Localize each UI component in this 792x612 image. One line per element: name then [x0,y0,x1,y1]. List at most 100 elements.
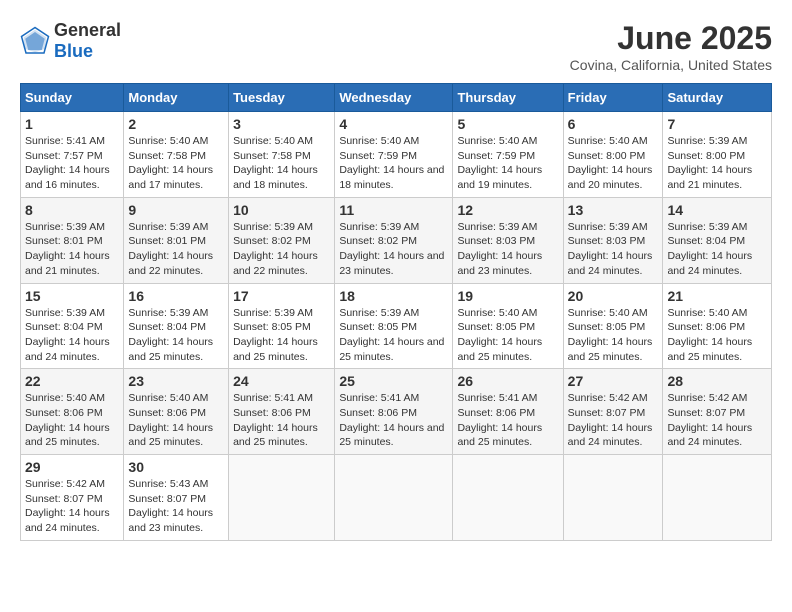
location-title: Covina, California, United States [570,57,772,73]
day-info: Sunrise: 5:40 AMSunset: 7:59 PMDaylight:… [457,135,542,191]
day-info: Sunrise: 5:40 AMSunset: 8:06 PMDaylight:… [25,392,110,448]
day-info: Sunrise: 5:43 AMSunset: 8:07 PMDaylight:… [128,478,213,534]
calendar-table: Sunday Monday Tuesday Wednesday Thursday… [20,83,772,541]
logo: General Blue [20,20,121,62]
day-number: 9 [128,202,224,218]
day-number: 5 [457,116,558,132]
calendar-cell: 5 Sunrise: 5:40 AMSunset: 7:59 PMDayligh… [453,112,563,198]
calendar-cell: 22 Sunrise: 5:40 AMSunset: 8:06 PMDaylig… [21,369,124,455]
day-info: Sunrise: 5:39 AMSunset: 8:04 PMDaylight:… [128,307,213,363]
calendar-cell: 24 Sunrise: 5:41 AMSunset: 8:06 PMDaylig… [229,369,335,455]
day-number: 13 [568,202,659,218]
day-number: 26 [457,373,558,389]
month-title: June 2025 [570,20,772,57]
header-friday: Friday [563,84,663,112]
calendar-week-row: 15 Sunrise: 5:39 AMSunset: 8:04 PMDaylig… [21,283,772,369]
day-info: Sunrise: 5:39 AMSunset: 8:03 PMDaylight:… [568,221,653,277]
day-number: 8 [25,202,119,218]
calendar-cell: 11 Sunrise: 5:39 AMSunset: 8:02 PMDaylig… [335,197,453,283]
day-info: Sunrise: 5:40 AMSunset: 7:58 PMDaylight:… [128,135,213,191]
day-info: Sunrise: 5:41 AMSunset: 8:06 PMDaylight:… [339,392,444,448]
day-info: Sunrise: 5:40 AMSunset: 8:06 PMDaylight:… [667,307,752,363]
day-number: 11 [339,202,448,218]
day-number: 23 [128,373,224,389]
calendar-cell: 7 Sunrise: 5:39 AMSunset: 8:00 PMDayligh… [663,112,772,198]
calendar-cell: 23 Sunrise: 5:40 AMSunset: 8:06 PMDaylig… [124,369,229,455]
day-number: 19 [457,288,558,304]
calendar-cell: 9 Sunrise: 5:39 AMSunset: 8:01 PMDayligh… [124,197,229,283]
day-info: Sunrise: 5:42 AMSunset: 8:07 PMDaylight:… [25,478,110,534]
day-number: 24 [233,373,330,389]
calendar-cell: 18 Sunrise: 5:39 AMSunset: 8:05 PMDaylig… [335,283,453,369]
header-sunday: Sunday [21,84,124,112]
day-number: 10 [233,202,330,218]
day-info: Sunrise: 5:39 AMSunset: 8:05 PMDaylight:… [339,307,444,363]
day-number: 28 [667,373,767,389]
day-number: 6 [568,116,659,132]
day-info: Sunrise: 5:39 AMSunset: 8:04 PMDaylight:… [25,307,110,363]
calendar-cell: 4 Sunrise: 5:40 AMSunset: 7:59 PMDayligh… [335,112,453,198]
calendar-cell: 21 Sunrise: 5:40 AMSunset: 8:06 PMDaylig… [663,283,772,369]
day-number: 20 [568,288,659,304]
calendar-week-row: 1 Sunrise: 5:41 AMSunset: 7:57 PMDayligh… [21,112,772,198]
calendar-week-row: 8 Sunrise: 5:39 AMSunset: 8:01 PMDayligh… [21,197,772,283]
day-info: Sunrise: 5:39 AMSunset: 8:01 PMDaylight:… [128,221,213,277]
page-header: General Blue June 2025 Covina, Californi… [20,20,772,73]
day-info: Sunrise: 5:41 AMSunset: 8:06 PMDaylight:… [233,392,318,448]
day-info: Sunrise: 5:39 AMSunset: 8:04 PMDaylight:… [667,221,752,277]
calendar-cell: 2 Sunrise: 5:40 AMSunset: 7:58 PMDayligh… [124,112,229,198]
logo-blue: Blue [54,41,93,61]
day-number: 21 [667,288,767,304]
calendar-cell: 13 Sunrise: 5:39 AMSunset: 8:03 PMDaylig… [563,197,663,283]
day-info: Sunrise: 5:39 AMSunset: 8:01 PMDaylight:… [25,221,110,277]
calendar-cell [563,455,663,541]
header-thursday: Thursday [453,84,563,112]
day-info: Sunrise: 5:39 AMSunset: 8:02 PMDaylight:… [339,221,444,277]
calendar-title-area: June 2025 Covina, California, United Sta… [570,20,772,73]
day-info: Sunrise: 5:42 AMSunset: 8:07 PMDaylight:… [568,392,653,448]
day-number: 25 [339,373,448,389]
calendar-cell [335,455,453,541]
calendar-cell: 30 Sunrise: 5:43 AMSunset: 8:07 PMDaylig… [124,455,229,541]
logo-wordmark: General Blue [54,20,121,62]
day-info: Sunrise: 5:39 AMSunset: 8:03 PMDaylight:… [457,221,542,277]
day-number: 27 [568,373,659,389]
logo-icon [20,26,50,56]
day-number: 30 [128,459,224,475]
day-number: 7 [667,116,767,132]
header-tuesday: Tuesday [229,84,335,112]
calendar-cell: 3 Sunrise: 5:40 AMSunset: 7:58 PMDayligh… [229,112,335,198]
day-number: 29 [25,459,119,475]
calendar-cell: 25 Sunrise: 5:41 AMSunset: 8:06 PMDaylig… [335,369,453,455]
calendar-cell: 19 Sunrise: 5:40 AMSunset: 8:05 PMDaylig… [453,283,563,369]
calendar-cell: 29 Sunrise: 5:42 AMSunset: 8:07 PMDaylig… [21,455,124,541]
calendar-cell: 12 Sunrise: 5:39 AMSunset: 8:03 PMDaylig… [453,197,563,283]
calendar-cell [663,455,772,541]
day-info: Sunrise: 5:39 AMSunset: 8:00 PMDaylight:… [667,135,752,191]
header-wednesday: Wednesday [335,84,453,112]
logo-general: General [54,20,121,40]
day-info: Sunrise: 5:41 AMSunset: 7:57 PMDaylight:… [25,135,110,191]
day-info: Sunrise: 5:40 AMSunset: 8:00 PMDaylight:… [568,135,653,191]
day-number: 17 [233,288,330,304]
calendar-cell: 20 Sunrise: 5:40 AMSunset: 8:05 PMDaylig… [563,283,663,369]
day-number: 22 [25,373,119,389]
day-info: Sunrise: 5:39 AMSunset: 8:05 PMDaylight:… [233,307,318,363]
calendar-cell: 10 Sunrise: 5:39 AMSunset: 8:02 PMDaylig… [229,197,335,283]
day-info: Sunrise: 5:40 AMSunset: 7:58 PMDaylight:… [233,135,318,191]
calendar-cell [453,455,563,541]
day-number: 4 [339,116,448,132]
calendar-cell [229,455,335,541]
calendar-cell: 28 Sunrise: 5:42 AMSunset: 8:07 PMDaylig… [663,369,772,455]
calendar-week-row: 22 Sunrise: 5:40 AMSunset: 8:06 PMDaylig… [21,369,772,455]
calendar-cell: 26 Sunrise: 5:41 AMSunset: 8:06 PMDaylig… [453,369,563,455]
day-info: Sunrise: 5:41 AMSunset: 8:06 PMDaylight:… [457,392,542,448]
header-saturday: Saturday [663,84,772,112]
calendar-cell: 15 Sunrise: 5:39 AMSunset: 8:04 PMDaylig… [21,283,124,369]
calendar-cell: 8 Sunrise: 5:39 AMSunset: 8:01 PMDayligh… [21,197,124,283]
day-number: 2 [128,116,224,132]
day-info: Sunrise: 5:40 AMSunset: 8:06 PMDaylight:… [128,392,213,448]
day-info: Sunrise: 5:42 AMSunset: 8:07 PMDaylight:… [667,392,752,448]
day-number: 15 [25,288,119,304]
day-number: 12 [457,202,558,218]
